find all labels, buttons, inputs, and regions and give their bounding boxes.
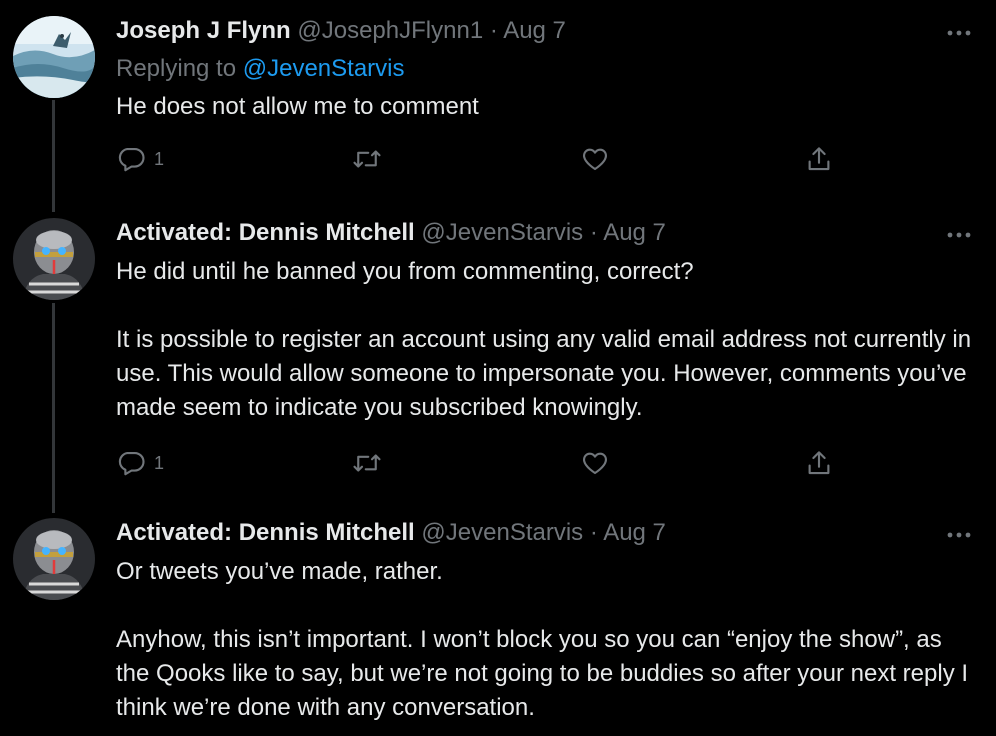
tweet-date[interactable]: Aug 7 xyxy=(603,519,666,546)
tweet-date[interactable]: Aug 7 xyxy=(603,219,666,246)
reply-icon xyxy=(118,451,145,476)
reply-count: 1 xyxy=(154,148,165,169)
author-name[interactable]: Activated: Dennis Mitchell xyxy=(116,519,415,546)
replying-to: Replying to @JevenStarvis xyxy=(116,54,405,84)
tweet-paragraph: Anyhow, this isn’t important. I won’t bl… xyxy=(116,626,969,721)
tweet-header: Activated: Dennis Mitchell @JevenStarvis… xyxy=(116,218,666,248)
reply-button[interactable]: 1 xyxy=(116,142,164,176)
replying-prefix: Replying to xyxy=(116,55,237,82)
avatar[interactable] xyxy=(13,518,95,600)
conversation-thread: Joseph J Flynn @JosephJFlynn1 · Aug 7 Re… xyxy=(0,0,996,736)
reply-icon xyxy=(118,147,145,172)
more-icon[interactable] xyxy=(944,220,974,250)
thread-line xyxy=(52,100,55,212)
tweet-actions: 1 xyxy=(116,142,876,176)
separator: · xyxy=(489,17,498,44)
share-icon xyxy=(808,451,830,475)
tweet-paragraph: He does not allow me to comment xyxy=(116,93,479,120)
avatar[interactable] xyxy=(13,16,95,98)
author-handle[interactable]: @JosephJFlynn1 xyxy=(297,17,483,44)
tweet-paragraph: Or tweets you’ve made, rather. xyxy=(116,558,443,585)
author-handle[interactable]: @JevenStarvis xyxy=(421,519,583,546)
retweet-icon xyxy=(353,150,381,168)
separator: · xyxy=(589,519,598,546)
tweet-paragraph: It is possible to register an account us… xyxy=(116,326,972,421)
like-button[interactable] xyxy=(580,446,610,480)
retweet-icon xyxy=(353,454,381,472)
like-icon xyxy=(582,452,608,475)
tweet-text: He did until he banned you from commenti… xyxy=(116,255,976,425)
retweet-button[interactable] xyxy=(352,446,382,480)
retweet-button[interactable] xyxy=(352,142,382,176)
like-icon xyxy=(582,148,608,171)
tweet-paragraph: He did until he banned you from commenti… xyxy=(116,258,694,285)
share-icon xyxy=(808,147,830,171)
tweet-actions: 1 xyxy=(116,446,876,480)
more-icon[interactable] xyxy=(944,520,974,550)
tweet-header: Activated: Dennis Mitchell @JevenStarvis… xyxy=(116,518,666,548)
author-handle[interactable]: @JevenStarvis xyxy=(421,219,583,246)
reply-count: 1 xyxy=(154,452,165,473)
tweet-header: Joseph J Flynn @JosephJFlynn1 · Aug 7 xyxy=(116,16,566,46)
like-button[interactable] xyxy=(580,142,610,176)
more-icon[interactable] xyxy=(944,18,974,48)
tweet-text: He does not allow me to comment xyxy=(116,90,976,124)
author-name[interactable]: Activated: Dennis Mitchell xyxy=(116,219,415,246)
share-button[interactable] xyxy=(804,446,834,480)
author-name[interactable]: Joseph J Flynn xyxy=(116,17,291,44)
replying-handle-link[interactable]: @JevenStarvis xyxy=(243,55,405,82)
avatar[interactable] xyxy=(13,218,95,300)
reply-button[interactable]: 1 xyxy=(116,446,164,480)
thread-line xyxy=(52,303,55,513)
tweet-date[interactable]: Aug 7 xyxy=(503,17,566,44)
separator: · xyxy=(589,219,598,246)
share-button[interactable] xyxy=(804,142,834,176)
tweet-text: Or tweets you’ve made, rather. Anyhow, t… xyxy=(116,555,976,725)
